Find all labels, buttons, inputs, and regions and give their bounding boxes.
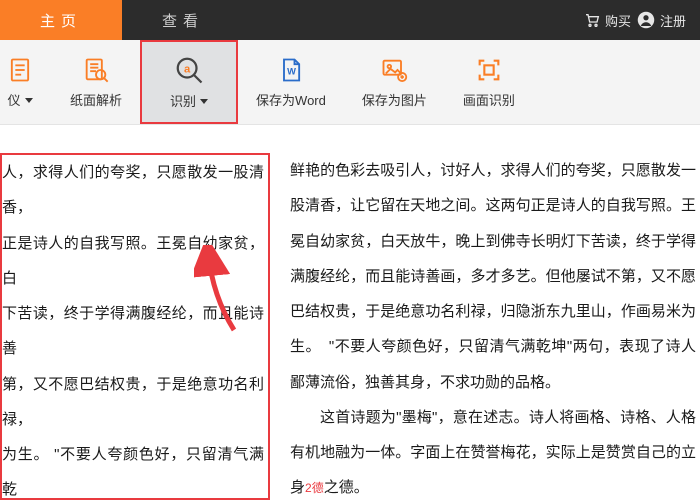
left-text-column: 人，求得人们的夸奖，只愿散发一股清香，正是诗人的自我写照。王冕自幼家贫，白下苦读… <box>0 153 270 500</box>
toolbar-item-save-image[interactable]: 保存为图片 <box>344 40 445 124</box>
page-search-icon <box>82 56 110 84</box>
user-icon <box>637 11 655 29</box>
tab-home[interactable]: 主页 <box>0 0 122 40</box>
topbar-actions: 购买 注册 <box>584 0 700 40</box>
tab-home-label: 主页 <box>40 10 82 31</box>
buy-button[interactable]: 购买 <box>584 11 631 30</box>
toolbar-item-save-word-label: 保存为Word <box>256 90 326 109</box>
toolbar-group: 仪 纸面解析 a 识别 W 保存为Word 保存为图片 画面识别 <box>0 40 533 124</box>
svg-text:a: a <box>184 63 191 75</box>
text-paragraph: 鲜艳的色彩去吸引人，讨好人，求得人们的夸奖，只愿散发一股清香，让它留在天地之间。… <box>290 153 696 400</box>
toolbar-item-save-image-label: 保存为图片 <box>362 90 427 109</box>
toolbar: 仪 纸面解析 a 识别 W 保存为Word 保存为图片 画面识别 <box>0 40 700 125</box>
toolbar-item-screen-recog-label: 画面识别 <box>463 90 515 109</box>
toolbar-item-calibrator[interactable]: 仪 <box>0 40 52 124</box>
document-icon <box>6 56 34 84</box>
top-menu-bar: 主页 查看 购买 注册 <box>0 0 700 40</box>
toolbar-item-recognize-label: 识别 <box>170 91 208 110</box>
tab-view-label: 查看 <box>162 10 204 31</box>
toolbar-item-parse-label: 纸面解析 <box>70 90 122 109</box>
toolbar-item-parse[interactable]: 纸面解析 <box>52 40 140 124</box>
register-label: 注册 <box>660 11 686 30</box>
toolbar-item-save-word[interactable]: W 保存为Word <box>238 40 344 124</box>
text-line: 为生。 "不要人夸颜色好，只留清气满乾 <box>2 437 264 500</box>
toolbar-item-calibrator-label: 仪 <box>7 90 32 109</box>
magnifier-a-icon: a <box>174 55 204 85</box>
toolbar-item-recognize[interactable]: a 识别 <box>140 40 238 124</box>
text-line: 第，又不愿巴结权贵，于是绝意功名利禄， <box>2 367 264 438</box>
text-paragraph: 这首诗题为"墨梅"，意在述志。诗人将画格、诗格、人格有机地融为一体。字面上在赞誉… <box>290 400 696 500</box>
toolbar-item-screen-recog[interactable]: 画面识别 <box>445 40 533 124</box>
text-line: 正是诗人的自我写照。王冕自幼家贫，白 <box>2 226 264 297</box>
scan-icon <box>475 56 503 84</box>
cart-icon <box>584 12 600 28</box>
right-text-column: 鲜艳的色彩去吸引人，讨好人，求得人们的夸奖，只愿散发一股清香，让它留在天地之间。… <box>290 153 700 500</box>
register-button[interactable]: 注册 <box>637 11 686 30</box>
buy-label: 购买 <box>605 11 631 30</box>
tab-view[interactable]: 查看 <box>122 0 244 40</box>
svg-text:W: W <box>287 66 296 76</box>
word-file-icon: W <box>277 56 305 84</box>
image-save-icon <box>380 56 408 84</box>
tab-strip: 主页 查看 <box>0 0 244 40</box>
text-line: 下苦读，终于学得满腹经纶，而且能诗善 <box>2 296 264 367</box>
text-line: 人，求得人们的夸奖，只愿散发一股清香， <box>2 155 264 226</box>
content-area: 人，求得人们的夸奖，只愿散发一股清香，正是诗人的自我写照。王冕自幼家贫，白下苦读… <box>0 125 700 500</box>
